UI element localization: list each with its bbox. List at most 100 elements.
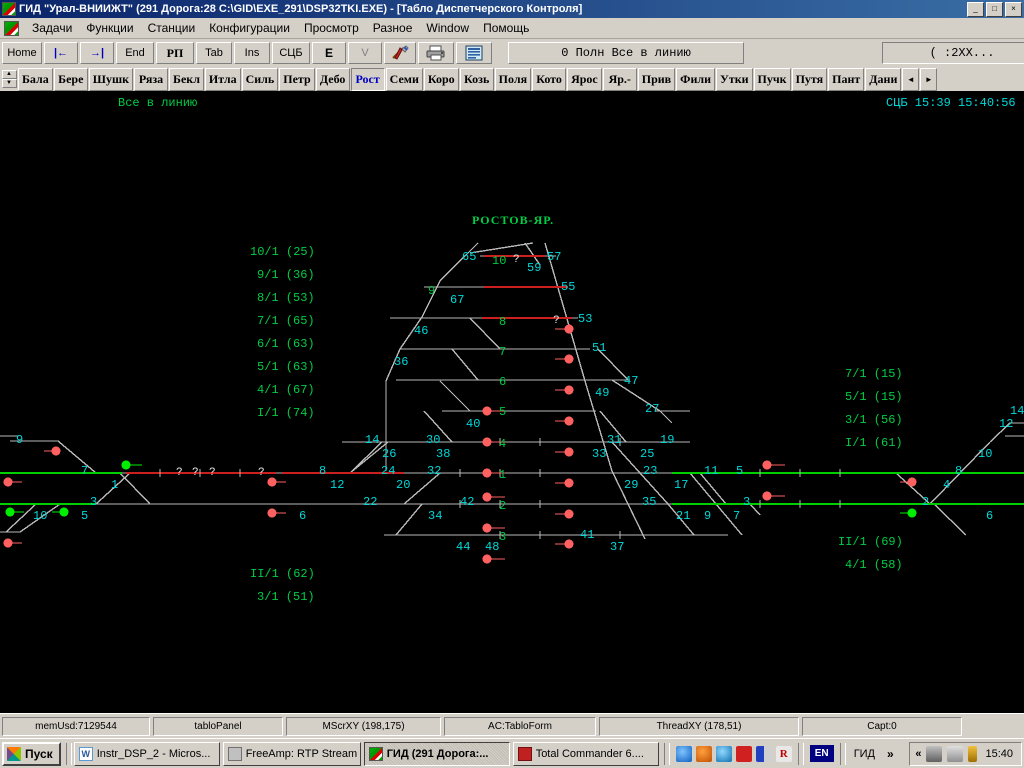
- window-title: ГИД "Урал-ВНИИЖТ" (291 Дорога:28 C:\GID\…: [19, 3, 583, 15]
- station-tab-dani[interactable]: Дани: [865, 68, 902, 91]
- switch-number-label: 7: [81, 464, 89, 478]
- media-player-icon[interactable]: [695, 745, 712, 762]
- language-indicator[interactable]: EN: [809, 745, 834, 762]
- tab-scroll-down-button[interactable]: ▼: [1, 79, 17, 88]
- tools-button[interactable]: [384, 42, 416, 64]
- menu-item-pomosch[interactable]: Помощь: [476, 19, 536, 37]
- e-button[interactable]: E: [312, 42, 346, 64]
- minimize-button[interactable]: _: [967, 2, 984, 17]
- tab-scroll-spinner[interactable]: ▲ ▼: [0, 67, 18, 91]
- menu-item-prosmotr[interactable]: Просмотр: [297, 19, 366, 37]
- tab-scroll-up-button[interactable]: ▲: [1, 70, 17, 79]
- switch-number-label: 6: [299, 509, 307, 523]
- station-tab-semi[interactable]: Семи: [385, 68, 423, 91]
- scb-button[interactable]: СЦБ: [272, 42, 310, 64]
- next-last-button[interactable]: →|: [80, 42, 114, 64]
- capture-count-cell: Capt:0: [802, 716, 962, 736]
- taskbar-divider-1: [65, 742, 72, 765]
- menu-bar: Задачи Функции Станции Конфигурации Прос…: [0, 18, 1024, 39]
- taskbar-item-gid-label: ГИД (291 Дорога:...: [386, 747, 489, 760]
- print-button[interactable]: [418, 42, 454, 64]
- station-tab-itla[interactable]: Итла: [204, 68, 241, 91]
- menu-item-raznoe[interactable]: Разное: [366, 19, 420, 37]
- prev-first-button[interactable]: |←: [44, 42, 78, 64]
- taskbar-divider-4: [839, 742, 846, 765]
- switch-number-label: 30: [426, 433, 441, 447]
- station-tab-priv[interactable]: Прив: [637, 68, 676, 91]
- station-tab-bekl[interactable]: Бекл: [169, 68, 204, 91]
- title-bar: ГИД "Урал-ВНИИЖТ" (291 Дорога:28 C:\GID\…: [0, 0, 1024, 18]
- track-number-label: 10: [492, 254, 507, 268]
- home-button[interactable]: Home: [2, 42, 42, 64]
- outlook-icon[interactable]: [715, 745, 732, 762]
- taskbar: Пуск W Instr_DSP_2 - Micros... FreeAmp: …: [0, 738, 1024, 768]
- maximize-button[interactable]: □: [986, 2, 1003, 17]
- station-tab-polya[interactable]: Поля: [494, 68, 532, 91]
- switch-number-label: 6: [986, 509, 994, 523]
- station-tab-koz[interactable]: Козь: [459, 68, 494, 91]
- tray-collapse-button[interactable]: «: [915, 748, 921, 760]
- track-schematic[interactable]: [0, 91, 1024, 713]
- book-icon[interactable]: [755, 745, 772, 762]
- report-button[interactable]: [456, 42, 492, 64]
- station-tab-utki[interactable]: Утки: [716, 68, 753, 91]
- menu-item-funkcii[interactable]: Функции: [79, 19, 140, 37]
- tray-expand-button[interactable]: »: [881, 747, 900, 761]
- station-tab-fili[interactable]: Фили: [676, 68, 716, 91]
- end-button[interactable]: End: [116, 42, 154, 64]
- tab-button[interactable]: Tab: [196, 42, 232, 64]
- r-icon[interactable]: R: [775, 745, 792, 762]
- switch-number-label: 14: [1010, 404, 1024, 418]
- taskbar-item-word[interactable]: W Instr_DSP_2 - Micros...: [73, 741, 220, 766]
- station-tab-rost[interactable]: Рост: [350, 68, 385, 91]
- tab-right-arrow-button[interactable]: ►: [920, 68, 938, 91]
- station-tab-koto[interactable]: Кото: [532, 68, 567, 91]
- station-tab-puchk[interactable]: Пучк: [753, 68, 791, 91]
- station-tab-pant[interactable]: Пант: [828, 68, 865, 91]
- menu-item-konfiguracii[interactable]: Конфигурации: [202, 19, 297, 37]
- station-tab-bere[interactable]: Бере: [53, 68, 88, 91]
- start-button[interactable]: Пуск: [2, 741, 61, 766]
- station-tab-putya[interactable]: Путя: [791, 68, 828, 91]
- close-button[interactable]: ×: [1005, 2, 1022, 17]
- modem-icon[interactable]: [947, 745, 964, 762]
- panel-name-cell: tabloPanel: [153, 716, 283, 736]
- switch-number-label: 20: [396, 478, 411, 492]
- switch-number-label: 42: [460, 495, 475, 509]
- taskbar-item-totalcmd-label: Total Commander 6....: [535, 747, 644, 760]
- switch-number-label: 32: [427, 464, 442, 478]
- station-tab-yaros[interactable]: Ярос: [567, 68, 602, 91]
- mode-field[interactable]: 0 Полн Все в линию: [508, 42, 744, 64]
- v-button[interactable]: V: [348, 42, 382, 64]
- taskbar-item-freeamp[interactable]: FreeAmp: RTP Stream: [222, 741, 361, 766]
- station-tab-koro[interactable]: Коро: [423, 68, 459, 91]
- floppy-icon[interactable]: [735, 745, 752, 762]
- media-icon: [227, 746, 242, 761]
- taskbar-item-totalcmd[interactable]: Total Commander 6....: [512, 741, 659, 766]
- taskbar-item-gid[interactable]: ГИД (291 Дорога:...: [363, 741, 510, 766]
- ins-button[interactable]: Ins: [234, 42, 270, 64]
- station-tab-shushk[interactable]: Шушк: [88, 68, 134, 91]
- station-tab-bala[interactable]: Бала: [18, 68, 53, 91]
- toolbar: Home |← →| End РП Tab Ins СЦБ E V 0 Полн…: [0, 39, 1024, 67]
- station-tab-yar-[interactable]: Яр.-: [602, 68, 637, 91]
- menu-item-zadachi[interactable]: Задачи: [25, 19, 79, 37]
- rp-button[interactable]: РП: [156, 42, 194, 64]
- right-status-field[interactable]: ( :2XX...: [882, 42, 1024, 64]
- application-window: ГИД "Урал-ВНИИЖТ" (291 Дорога:28 C:\GID\…: [0, 0, 1024, 768]
- switch-number-label: 3: [90, 495, 98, 509]
- unknown-state-marker: ?: [192, 467, 199, 479]
- switch-number-label: 1: [111, 478, 119, 492]
- ie-icon[interactable]: [675, 745, 692, 762]
- menu-item-stancii[interactable]: Станции: [141, 19, 203, 37]
- tablo-track-diagram[interactable]: Все в линию СЦБ 15:39 15:40:56 РОСТОВ-ЯР…: [0, 91, 1024, 713]
- switch-number-label: 12: [330, 478, 345, 492]
- station-tab-debo[interactable]: Дебо: [315, 68, 350, 91]
- menu-item-window[interactable]: Window: [419, 19, 476, 37]
- station-tab-ryaza[interactable]: Ряза: [134, 68, 169, 91]
- station-tab-sil[interactable]: Силь: [241, 68, 279, 91]
- battery-icon[interactable]: [968, 745, 978, 762]
- tab-left-arrow-button[interactable]: ◄: [902, 68, 920, 91]
- network-icon[interactable]: [926, 745, 943, 762]
- station-tab-petr[interactable]: Петр: [279, 68, 315, 91]
